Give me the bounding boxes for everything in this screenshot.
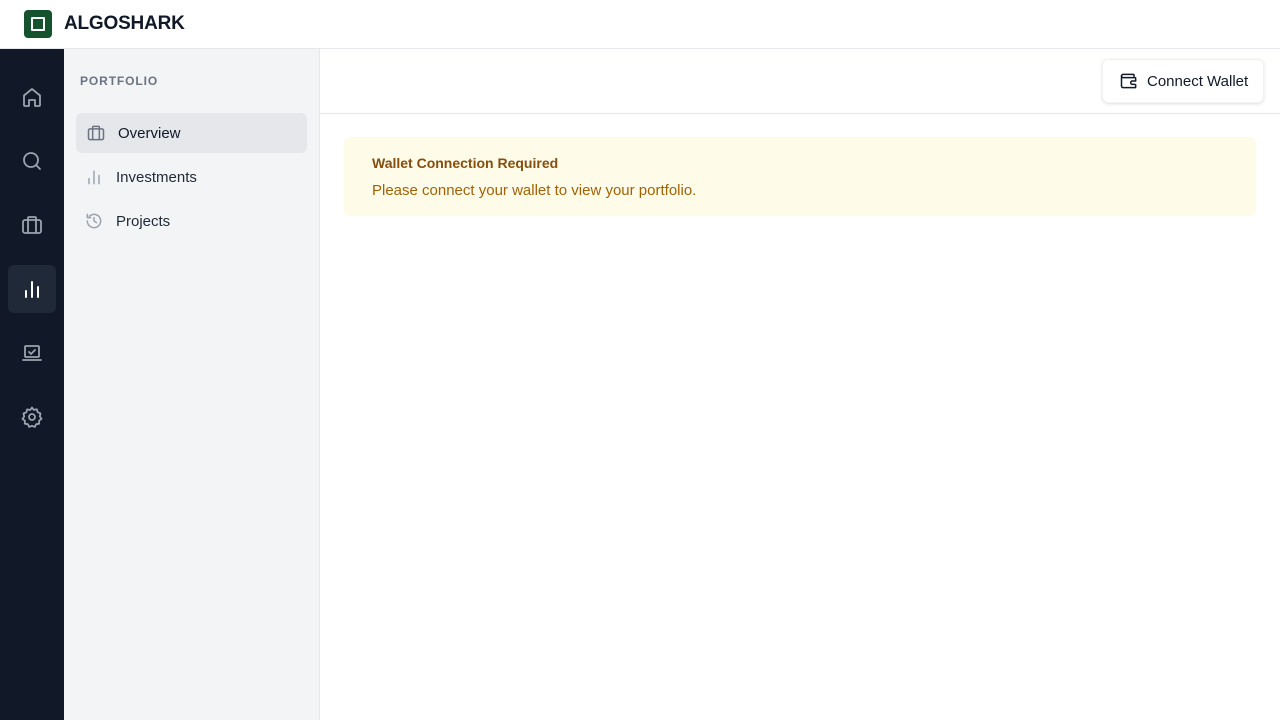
history-icon [84, 211, 104, 231]
bar-chart-icon [84, 167, 104, 187]
nav-item-projects[interactable]: Projects [76, 201, 307, 241]
nav-item-investments[interactable]: Investments [76, 157, 307, 197]
rail-home-button[interactable] [8, 73, 56, 121]
rail-settings-button[interactable] [8, 393, 56, 441]
portfolio-subnav: PORTFOLIO Overview Investments Projects [64, 49, 320, 720]
nav-item-label: Projects [116, 212, 171, 230]
gear-icon [21, 406, 43, 428]
nav-item-label: Investments [116, 168, 197, 186]
laptop-check-icon [22, 345, 42, 361]
alert-title: Wallet Connection Required [372, 155, 559, 171]
main-header: Connect Wallet [320, 49, 1280, 114]
alert-message: Please connect your wallet to view your … [372, 182, 697, 199]
bar-chart-icon [25, 281, 39, 298]
nav-item-label: Overview [118, 124, 181, 142]
rail-briefcase-button[interactable] [8, 201, 56, 249]
wallet-icon [1119, 71, 1139, 91]
top-bar: ALGOSHARK [0, 0, 1280, 49]
connect-wallet-label: Connect Wallet [1147, 72, 1249, 90]
connect-wallet-button[interactable]: Connect Wallet [1102, 59, 1264, 103]
logo-icon[interactable] [24, 10, 52, 38]
nav-item-overview[interactable]: Overview [76, 113, 307, 153]
search-icon [23, 152, 41, 170]
rail-search-button[interactable] [8, 137, 56, 185]
home-icon [23, 88, 41, 107]
icon-rail [0, 49, 64, 720]
rail-tasks-button[interactable] [8, 329, 56, 377]
wallet-alert: Wallet Connection Required Please connec… [344, 137, 1256, 216]
brand-name[interactable]: ALGOSHARK [64, 13, 185, 35]
briefcase-icon [86, 123, 106, 143]
rail-portfolio-button[interactable] [8, 265, 56, 313]
briefcase-icon [22, 216, 42, 234]
subnav-title: PORTFOLIO [80, 74, 159, 88]
